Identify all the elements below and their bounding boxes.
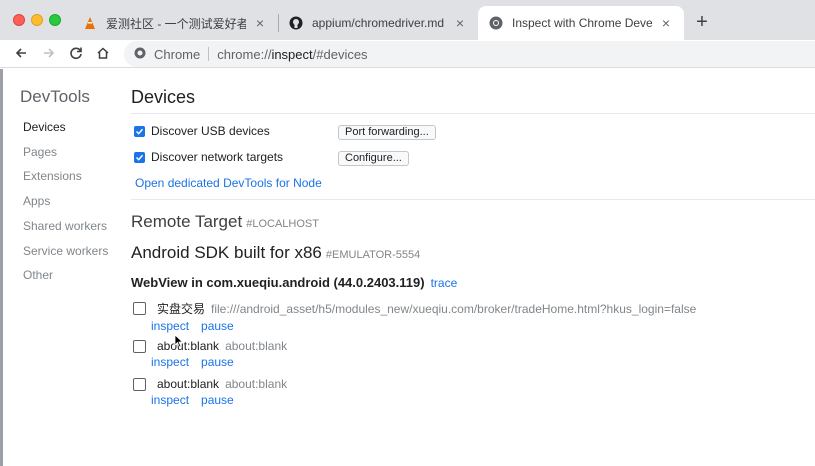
target-name: 实盘交易 [157, 302, 206, 316]
remote-target-heading: Remote Target #LOCALHOST [131, 212, 319, 232]
inspect-link[interactable]: inspect [151, 319, 189, 333]
tab-github[interactable]: appium/chromedriver.md at m × [278, 6, 478, 40]
target-checkbox[interactable] [133, 339, 146, 353]
inspect-link[interactable]: inspect [151, 393, 189, 407]
url-suffix: /#devices [312, 46, 368, 62]
home-icon [97, 47, 109, 59]
tab-title: 爱测社区 - 一个测试爱好者的技 [106, 16, 246, 31]
sidebar: DevTools Devices Pages Extensions Apps S… [3, 69, 120, 466]
usb-option: Discover USB devices [134, 124, 270, 138]
page-title: Devices [131, 87, 196, 107]
arrow-right-icon [44, 48, 55, 58]
tab-testerhome[interactable]: 爱测社区 - 一个测试爱好者的技 × [72, 6, 278, 40]
sidebar-item-service-workers[interactable]: Service workers [23, 244, 108, 258]
main-content: Devices Discover USB devices Port forwar… [131, 69, 815, 466]
close-window-button[interactable] [13, 14, 25, 26]
sidebar-item-pages[interactable]: Pages [23, 145, 57, 159]
sidebar-item-apps[interactable]: Apps [23, 194, 50, 208]
github-icon [288, 15, 304, 31]
remote-target-tag: #LOCALHOST [246, 218, 319, 230]
tab-title: Inspect with Chrome Develope [512, 16, 652, 30]
port-forwarding-button[interactable]: Port forwarding... [338, 125, 436, 140]
target-checkbox[interactable] [133, 302, 146, 315]
zoom-window-button[interactable] [49, 14, 61, 26]
new-tab-button[interactable]: + [692, 10, 712, 34]
configure-button[interactable]: Configure... [338, 151, 409, 166]
reload-icon [70, 47, 82, 60]
chrome-site-icon [134, 47, 146, 62]
target-row: about:blank about:blank [133, 339, 793, 353]
sidebar-item-other[interactable]: Other [23, 268, 53, 282]
omnibox-divider [208, 47, 210, 61]
pause-link[interactable]: pause [201, 319, 234, 333]
remote-target-title: Remote Target [131, 212, 243, 231]
arrow-left-icon [15, 48, 26, 58]
target-actions: inspect pause [151, 393, 793, 407]
target-checkbox[interactable] [133, 377, 146, 391]
pause-link[interactable]: pause [201, 355, 234, 369]
network-option: Discover network targets [134, 150, 283, 164]
target-item: about:blank about:blank inspect pause [133, 377, 793, 407]
usb-label: Discover USB devices [151, 124, 270, 138]
site-label: Chrome [154, 46, 201, 62]
forward-button[interactable] [38, 42, 60, 64]
trace-link[interactable]: trace [431, 276, 458, 290]
check-icon [135, 128, 144, 135]
home-button[interactable] [92, 42, 114, 64]
node-devtools-link[interactable]: Open dedicated DevTools for Node [135, 176, 322, 190]
network-checkbox[interactable] [134, 151, 145, 163]
minimize-window-button[interactable] [31, 14, 43, 26]
browser-toolbar: Chrome chrome://inspect/#devices [0, 40, 815, 68]
target-name: about:blank [157, 377, 220, 391]
url-host: inspect [271, 46, 313, 62]
browser-label: WebView in com.xueqiu.android (44.0.2403… [131, 275, 425, 290]
browser-heading: WebView in com.xueqiu.android (44.0.2403… [131, 275, 457, 290]
target-row: 实盘交易 file:///android_asset/h5/modules_ne… [133, 300, 793, 317]
target-actions: inspect pause [151, 355, 793, 369]
tab-inspect[interactable]: Inspect with Chrome Develope × [478, 6, 684, 40]
sidebar-item-shared-workers[interactable]: Shared workers [23, 219, 107, 233]
url-prefix: chrome:// [217, 46, 272, 62]
mouse-cursor-icon [174, 334, 184, 353]
device-serial: #EMULATOR-5554 [325, 249, 421, 261]
divider [131, 113, 815, 114]
divider [131, 199, 815, 200]
inspect-link[interactable]: inspect [151, 355, 189, 369]
check-icon [135, 154, 144, 161]
target-actions: inspect pause [151, 319, 793, 333]
back-button[interactable] [10, 42, 32, 64]
usb-checkbox[interactable] [134, 125, 145, 137]
url-text: chrome://inspect/#devices [217, 47, 367, 62]
device-name: Android SDK built for x86 [131, 243, 322, 262]
target-row: about:blank about:blank [133, 377, 793, 391]
target-item: about:blank about:blank inspect pause [133, 339, 793, 369]
address-bar[interactable]: Chrome chrome://inspect/#devices [124, 41, 815, 67]
network-label: Discover network targets [151, 150, 284, 164]
device-heading: Android SDK built for x86 #EMULATOR-5554 [131, 243, 420, 263]
pause-link[interactable]: pause [201, 393, 234, 407]
target-url: file:///android_asset/h5/modules_new/xue… [211, 301, 697, 316]
tab-strip: 爱测社区 - 一个测试爱好者的技 × appium/chromedriver.m… [0, 0, 815, 40]
target-name: about:blank [157, 339, 220, 353]
sidebar-item-extensions[interactable]: Extensions [23, 169, 82, 183]
tab-title: appium/chromedriver.md at m [312, 16, 446, 30]
testerhome-icon [82, 15, 98, 31]
close-tab-icon[interactable]: × [452, 15, 468, 31]
reload-button[interactable] [65, 42, 87, 64]
target-url: about:blank [225, 339, 288, 353]
sidebar-title: DevTools [20, 87, 90, 106]
close-tab-icon[interactable]: × [658, 15, 674, 31]
target-url: about:blank [225, 377, 288, 391]
close-tab-icon[interactable]: × [252, 15, 268, 31]
target-item: 实盘交易 file:///android_asset/h5/modules_ne… [133, 300, 793, 333]
chrome-icon [488, 15, 504, 31]
sidebar-item-devices[interactable]: Devices [23, 120, 66, 134]
